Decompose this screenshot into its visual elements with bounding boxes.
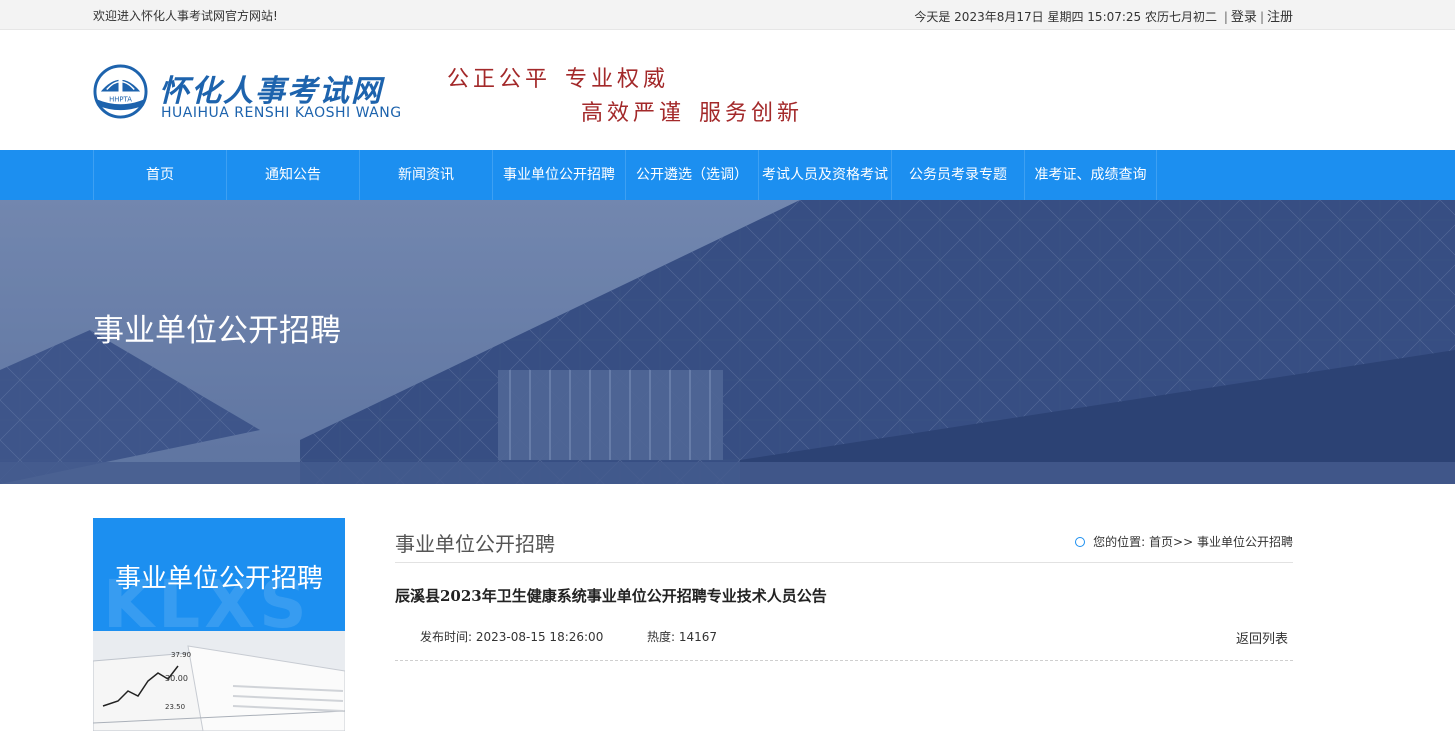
login-link[interactable]: 登录	[1231, 10, 1257, 25]
slogan-phrase: 公正公平	[447, 67, 552, 92]
breadcrumb-prefix: 您的位置:	[1093, 535, 1146, 549]
hot-label: 热度:	[647, 630, 676, 644]
publish-info: 发布时间: 2023-08-15 18:26:00	[420, 628, 603, 645]
welcome-text: 欢迎进入怀化人事考试网官方网站!	[93, 9, 278, 23]
nav-item-selection[interactable]: 公开遴选（选调）	[625, 150, 758, 200]
site-header: HHPTA 怀化人事考试网 HUAIHUA RENSHI KAOSHI WANG…	[0, 30, 1455, 150]
sidebar-newspaper-image: 37.90 30.00 23.50	[93, 631, 345, 731]
nav-item-notices[interactable]: 通知公告	[226, 150, 359, 200]
register-link[interactable]: 注册	[1267, 10, 1293, 25]
publish-time: 2023-08-15 18:26:00	[475, 630, 604, 644]
hot-value: 14167	[678, 630, 718, 644]
page: 欢迎进入怀化人事考试网官方网站! 今天是 2023年8月17日 星期四 15:0…	[0, 0, 1455, 731]
slogan-phrase: 专业权威	[565, 67, 670, 92]
breadcrumb: 您的位置: 首页>> 事业单位公开招聘	[1075, 533, 1293, 550]
chart-number: 37.90	[171, 651, 191, 659]
article-meta: 发布时间: 2023-08-15 18:26:00 热度: 14167 返回列表	[395, 627, 1293, 661]
chart-number: 30.00	[165, 674, 188, 683]
breadcrumb-home-link[interactable]: 首页	[1149, 535, 1173, 549]
chart-number: 23.50	[165, 703, 185, 711]
lunar-date: 农历七月初二	[1145, 10, 1218, 24]
current-time: 15:07:25	[1087, 10, 1142, 24]
nav-item-home[interactable]: 首页	[93, 150, 226, 200]
slogan-line-2: 高效严谨 服务创新	[581, 95, 803, 127]
main-nav: 首页 通知公告 新闻资讯 事业单位公开招聘 公开遴选（选调） 考试人员及资格考试…	[0, 150, 1455, 200]
current-date: 2023年8月17日	[954, 10, 1044, 24]
logo-emblem-icon: HHPTA	[93, 64, 148, 119]
separator: |	[1223, 10, 1228, 24]
logo-badge-text: HHPTA	[109, 95, 132, 103]
sidebar-title: 事业单位公开招聘	[114, 564, 323, 594]
hot-info: 热度: 14167	[647, 628, 717, 645]
slogan-phrase: 服务创新	[699, 101, 804, 126]
back-to-list-link[interactable]: 返回列表	[1236, 628, 1288, 647]
logo-chinese-name: 怀化人事考试网	[159, 74, 383, 109]
site-logo[interactable]: HHPTA 怀化人事考试网 HUAIHUA RENSHI KAOSHI WANG	[93, 64, 401, 124]
nav-item-qualification-exams[interactable]: 考试人员及资格考试	[758, 150, 891, 200]
main-content: 事业单位公开招聘 您的位置: 首页>> 事业单位公开招聘 辰溪县2023年卫生健…	[395, 518, 1293, 731]
date-prefix: 今天是	[914, 10, 951, 24]
sidebar-header: KLXS 事业单位公开招聘	[93, 518, 345, 631]
breadcrumb-arrow: >>	[1173, 535, 1194, 549]
publish-label: 发布时间:	[420, 630, 473, 644]
slogan-line-1: 公正公平 专业权威	[447, 61, 669, 93]
banner-title: 事业单位公开招聘	[93, 313, 341, 349]
sidebar: KLXS 事业单位公开招聘 37.90 30.00 23.50	[93, 518, 345, 731]
top-right-info: 今天是 2023年8月17日 星期四 15:07:25 农历七月初二 | 登录 | 注…	[914, 6, 1293, 25]
nav-item-public-recruitment[interactable]: 事业单位公开招聘	[492, 150, 625, 200]
category-title: 事业单位公开招聘	[395, 532, 555, 556]
separator: |	[1259, 10, 1264, 24]
slogan-phrase: 高效严谨	[581, 101, 686, 126]
nav-item-civil-service[interactable]: 公务员考录专题	[891, 150, 1024, 200]
breadcrumb-current-link[interactable]: 事业单位公开招聘	[1197, 535, 1293, 549]
top-bar: 欢迎进入怀化人事考试网官方网站! 今天是 2023年8月17日 星期四 15:0…	[0, 0, 1455, 30]
article-title: 辰溪县2023年卫生健康系统事业单位公开招聘专业技术人员公告	[395, 587, 827, 605]
current-weekday: 星期四	[1047, 10, 1084, 24]
location-dot-icon	[1075, 537, 1086, 547]
nav-item-ticket-score-query[interactable]: 准考证、成绩查询	[1024, 150, 1157, 200]
logo-english-name: HUAIHUA RENSHI KAOSHI WANG	[161, 105, 402, 121]
page-banner: 事业单位公开招聘	[0, 200, 1455, 484]
nav-item-news[interactable]: 新闻资讯	[359, 150, 492, 200]
content-header: 事业单位公开招聘 您的位置: 首页>> 事业单位公开招聘	[395, 518, 1293, 563]
